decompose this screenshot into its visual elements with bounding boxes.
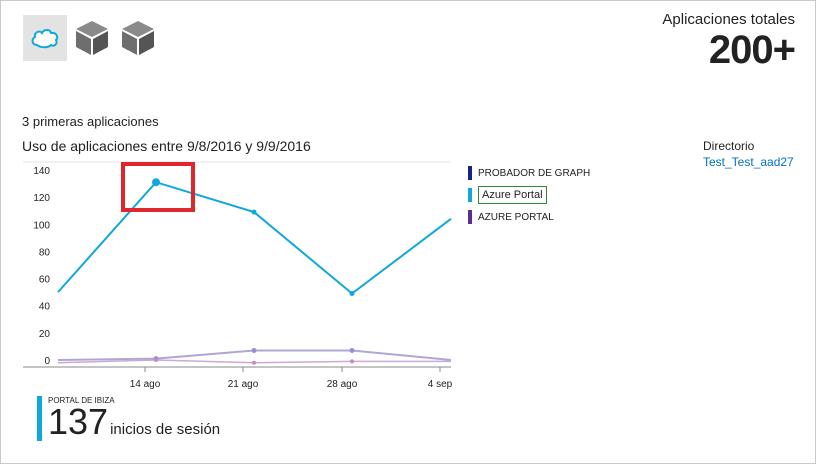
app-tile-salesforce[interactable] xyxy=(23,15,67,61)
x-tick-label: 4 sep xyxy=(428,379,453,390)
x-tick-label: 21 ago xyxy=(228,379,259,390)
y-tick-label: 100 xyxy=(33,220,50,231)
data-point xyxy=(349,291,355,296)
data-point xyxy=(154,358,158,362)
ibiza-signins: PORTAL DE IBIZA 137 inicios de sesión xyxy=(37,396,220,441)
app-box-icon xyxy=(76,21,108,55)
y-tick-label: 120 xyxy=(33,193,50,204)
highlight-box xyxy=(121,162,195,212)
legend-swatch xyxy=(468,188,472,202)
y-tick-label: 60 xyxy=(39,275,51,286)
y-tick-label: 80 xyxy=(39,247,51,258)
y-tick-label: 40 xyxy=(39,302,51,313)
legend-label: Azure Portal xyxy=(478,186,547,204)
directory-link[interactable]: Test_Test_aad27 xyxy=(703,155,794,169)
legend-item-azure-portal-caps[interactable]: AZURE PORTAL xyxy=(468,207,590,227)
ibiza-unit: inicios de sesión xyxy=(110,421,221,438)
y-tick-label: 0 xyxy=(44,356,50,367)
chart-legend: PROBADOR DE GRAPH Azure Portal AZURE POR… xyxy=(468,163,590,229)
salesforce-cloud-icon xyxy=(31,29,59,49)
data-point xyxy=(349,348,355,353)
data-point xyxy=(350,359,354,364)
directory-label: Directorio xyxy=(703,139,755,153)
data-point xyxy=(251,348,257,353)
app-tile-2[interactable] xyxy=(70,15,114,61)
total-apps: Aplicaciones totales 200+ xyxy=(662,11,796,72)
x-tick-label: 28 ago xyxy=(327,379,358,390)
data-point xyxy=(252,360,256,365)
legend-label: PROBADOR DE GRAPH xyxy=(478,167,591,179)
x-tick-label: 14 ago xyxy=(130,379,161,390)
app-usage-tile: Aplicaciones totales 200+ 3 primeras apl… xyxy=(0,0,816,464)
app-tile-3[interactable] xyxy=(116,15,160,61)
total-apps-label: Aplicaciones totales xyxy=(662,11,795,28)
y-tick-label: 140 xyxy=(33,166,50,177)
app-box-icon xyxy=(122,21,154,55)
top-apps-title: 3 primeras aplicaciones xyxy=(22,114,159,129)
legend-swatch xyxy=(468,210,472,224)
legend-label: AZURE PORTAL xyxy=(478,211,554,223)
y-tick-label: 20 xyxy=(39,329,51,340)
usage-line-chart: 0 20 40 60 80 100 120 140 14 ago 21 ago 28 ago 4 se… xyxy=(23,161,453,390)
total-apps-value: 200+ xyxy=(708,28,796,72)
legend-item-probador-graph[interactable]: PROBADOR DE GRAPH xyxy=(468,163,590,183)
legend-item-azure-portal[interactable]: Azure Portal xyxy=(468,185,590,205)
series-line xyxy=(57,181,452,295)
data-point xyxy=(251,209,257,215)
directory: Directorio Test_Test_aad27 xyxy=(703,139,794,169)
ibiza-count: 137 xyxy=(48,401,109,442)
legend-swatch xyxy=(468,166,472,180)
